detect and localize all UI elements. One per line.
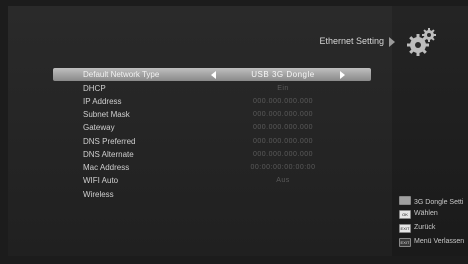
setting-row-dns-alternate[interactable]: DNS Alternate 000.000.000.000: [53, 148, 371, 161]
setting-row-dhcp[interactable]: DHCP Ein: [53, 82, 371, 95]
setting-label: Gateway: [83, 123, 115, 132]
setting-row-network-type[interactable]: Default Network Type USB 3G Dongle: [53, 68, 371, 81]
setting-row-dns-preferred[interactable]: DNS Preferred 000.000.000.000: [53, 135, 371, 148]
gear-icon: [407, 28, 436, 56]
setting-label: WIFI Auto: [83, 176, 119, 185]
legend-text: Menü Verlassen: [414, 238, 465, 245]
arrow-right-icon[interactable]: [340, 71, 345, 79]
legend-item-back: EXIT Zurück: [399, 224, 435, 233]
setting-value: 000.000.000.000: [252, 138, 314, 145]
exit-key-icon: EXIT: [399, 238, 411, 247]
setting-row-subnet-mask[interactable]: Subnet Mask 000.000.000.000: [53, 108, 371, 121]
setting-label: Default Network Type: [83, 70, 160, 79]
screen-frame: Ethernet Setting Default Network Type US…: [0, 0, 468, 264]
gray-key-icon: [399, 196, 411, 205]
legend-item-exit-menu: EXIT Menü Verlassen: [399, 238, 464, 247]
setting-row-gateway[interactable]: Gateway 000.000.000.000: [53, 121, 371, 134]
setting-label: DNS Preferred: [83, 137, 136, 146]
setting-value: USB 3G Dongle: [251, 70, 315, 79]
legend-item-dongle-settings: 3G Dongle Setti: [399, 196, 463, 206]
arrow-left-icon[interactable]: [211, 71, 216, 79]
legend-text: 3G Dongle Setti: [414, 199, 464, 206]
setting-value: 000.000.000.000: [252, 111, 314, 118]
ok-key-icon: OK: [399, 210, 411, 219]
setting-value: 000.000.000.000: [252, 151, 314, 158]
setting-value: Ein: [277, 85, 289, 92]
setting-label: Subnet Mask: [83, 110, 130, 119]
setting-label: IP Address: [83, 97, 122, 106]
legend-text: Wählen: [414, 210, 438, 217]
setting-label: DNS Alternate: [83, 150, 134, 159]
setting-row-ip-address[interactable]: IP Address 000.000.000.000: [53, 95, 371, 108]
legend-item-select: OK Wählen: [399, 210, 438, 219]
setting-value: 00:00:00:00:00:00: [250, 164, 316, 171]
legend-text: Zurück: [414, 224, 436, 231]
title-arrow-icon: [389, 37, 395, 47]
setting-row-wifi-auto[interactable]: WIFI Auto Aus: [53, 174, 371, 187]
setting-label: Wireless: [83, 190, 114, 199]
setting-value: 000.000.000.000: [252, 124, 314, 131]
setting-value: Aus: [276, 177, 290, 184]
setting-label: Mac Address: [83, 163, 130, 172]
page-title: Ethernet Setting: [319, 36, 384, 46]
setting-value: 000.000.000.000: [252, 98, 314, 105]
setting-label: DHCP: [83, 84, 106, 93]
exit-key-icon: EXIT: [399, 224, 411, 233]
setting-row-wireless[interactable]: Wireless: [53, 188, 371, 201]
setting-row-mac-address[interactable]: Mac Address 00:00:00:00:00:00: [53, 161, 371, 174]
